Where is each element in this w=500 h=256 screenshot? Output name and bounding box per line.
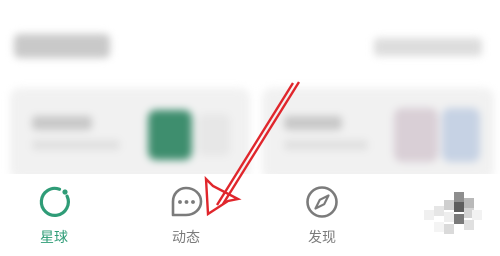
card-thumbnail — [148, 110, 192, 160]
tab-faxian[interactable]: 发现 — [272, 182, 372, 254]
profile-icon — [424, 192, 482, 234]
tab-label: 动态 — [172, 230, 200, 246]
tab-label: 发现 — [308, 230, 336, 246]
card-thumbnail-secondary — [442, 108, 480, 162]
card-thumbnail-secondary — [198, 114, 230, 156]
section-more-link-placeholder[interactable] — [374, 38, 482, 56]
tab-me[interactable] — [408, 182, 498, 254]
planet-icon — [39, 186, 70, 217]
bottom-navigation-bar: 星球 动态 发现 — [0, 174, 500, 256]
tab-label: 星球 — [40, 230, 68, 246]
section-title-placeholder — [14, 34, 110, 58]
card-title-placeholder — [32, 116, 92, 130]
card-title-placeholder — [284, 116, 342, 130]
tab-xingqiu[interactable]: 星球 — [4, 182, 104, 254]
tab-dongtai[interactable]: 动态 — [136, 182, 236, 254]
card-subtitle-placeholder — [32, 140, 120, 150]
content-card[interactable] — [10, 88, 250, 180]
chat-bubble-icon — [171, 186, 203, 217]
content-card[interactable] — [262, 88, 494, 180]
section-header — [0, 22, 500, 72]
card-thumbnail — [394, 108, 438, 162]
compass-icon — [306, 186, 338, 218]
card-subtitle-placeholder — [284, 140, 368, 150]
